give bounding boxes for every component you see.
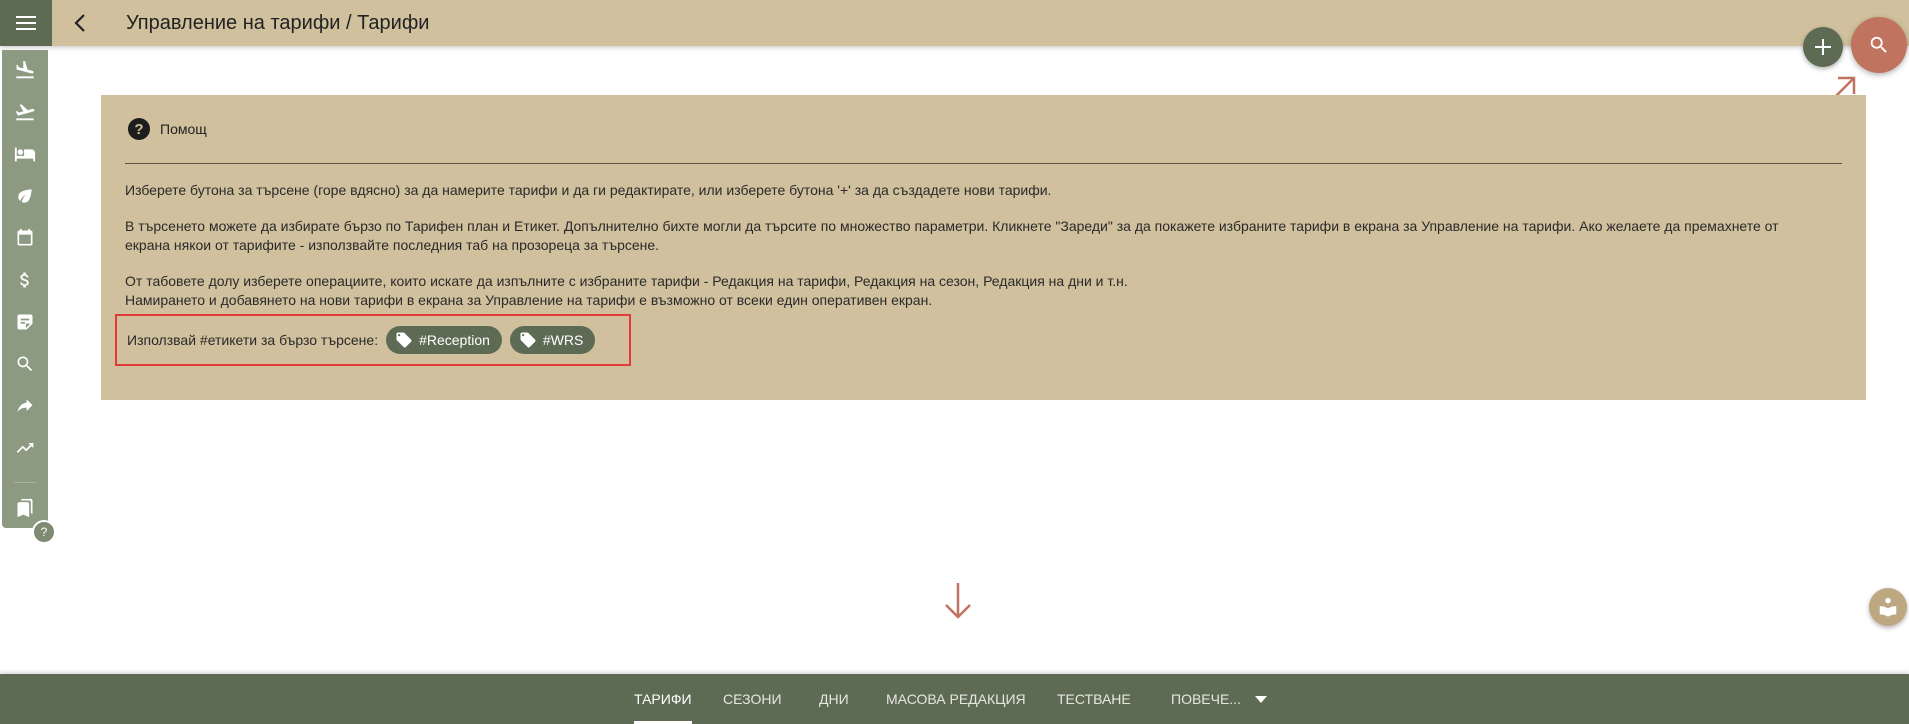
top-app-bar: Управление на тарифи / Тарифи	[0, 0, 1909, 46]
tab-days[interactable]: ДНИ	[819, 674, 849, 724]
chevron-down-icon[interactable]	[1255, 696, 1267, 703]
search-rates-button[interactable]	[1851, 17, 1907, 73]
sidebar-item-calendar[interactable]	[2, 220, 48, 256]
calendar-icon	[17, 228, 33, 246]
side-action-button[interactable]	[1869, 588, 1907, 626]
help-paragraph: От табовете долу изберете операциите, ко…	[125, 273, 1128, 289]
sidebar-help-badge[interactable]: ?	[32, 520, 56, 544]
search-icon	[17, 356, 33, 372]
sidebar	[2, 50, 48, 528]
arrow-down-icon	[945, 583, 971, 619]
help-paragraph: Намирането и добавянето на нови тарифи в…	[125, 292, 933, 308]
help-panel: ? Помощ Изберете бутона за търсене (горе…	[101, 95, 1866, 400]
help-title: Помощ	[160, 121, 207, 137]
sidebar-item-arrivals[interactable]	[2, 52, 48, 88]
sidebar-item-accommodation[interactable]	[2, 136, 48, 172]
sidebar-item-search[interactable]	[2, 346, 48, 382]
help-body: Изберете бутона за търсене (горе вдясно)…	[125, 181, 1842, 310]
tag-chip-reception[interactable]: #Reception	[386, 326, 502, 354]
tab-testing[interactable]: ТЕСТВАНЕ	[1057, 674, 1131, 724]
dollar-icon	[20, 272, 29, 288]
hotel-bed-icon	[14, 147, 36, 162]
sidebar-item-forward[interactable]	[2, 388, 48, 424]
help-header: ? Помощ	[125, 95, 1842, 164]
page-title: Управление на тарифи / Тарифи	[126, 11, 430, 34]
trending-up-icon	[16, 443, 34, 453]
bottom-tab-bar: ТАРИФИ СЕЗОНИ ДНИ МАСОВА РЕДАКЦИЯ ТЕСТВА…	[0, 674, 1909, 724]
menu-button[interactable]	[0, 0, 52, 46]
help-question-icon: ?	[128, 118, 150, 140]
sidebar-item-notes[interactable]	[2, 304, 48, 340]
eco-leaf-icon	[18, 189, 32, 203]
tag-chip-label: #WRS	[542, 332, 584, 348]
plus-icon	[1815, 39, 1831, 55]
tags-label: Използвай #етикети за бързо търсене:	[127, 332, 379, 348]
bookmarks-icon	[17, 498, 33, 518]
help-paragraph: Изберете бутона за търсене (горе вдясно)…	[125, 182, 1052, 198]
reader-icon	[1879, 597, 1897, 617]
tab-more[interactable]: ПОВЕЧЕ...	[1171, 674, 1241, 724]
forward-arrow-icon	[17, 399, 33, 412]
add-rate-button[interactable]	[1803, 27, 1843, 67]
search-icon	[1870, 36, 1887, 53]
sidebar-item-departures[interactable]	[2, 94, 48, 130]
back-button[interactable]	[54, 0, 106, 46]
notes-icon	[17, 314, 33, 330]
chevron-left-icon	[74, 14, 85, 32]
sidebar-item-trends[interactable]	[2, 430, 48, 466]
tag-icon	[396, 332, 412, 348]
hamburger-menu-icon	[16, 16, 36, 30]
sidebar-item-eco[interactable]	[2, 178, 48, 214]
tag-chip-label: #Reception	[419, 332, 490, 348]
tag-chip-wrs[interactable]: #WRS	[509, 326, 596, 354]
tag-icon	[520, 332, 536, 348]
tab-bulk-edit[interactable]: МАСОВА РЕДАКЦИЯ	[886, 674, 1026, 724]
flight-takeoff-icon	[15, 104, 35, 121]
help-paragraph: екрана някои от тарифите - използвайте п…	[125, 237, 660, 253]
tab-rates[interactable]: ТАРИФИ	[634, 674, 692, 724]
help-paragraph: В търсенето можете да избирате бързо по …	[125, 218, 1779, 234]
tab-seasons[interactable]: СЕЗОНИ	[723, 674, 782, 724]
quick-tags-row: Използвай #етикети за бързо търсене: #Re…	[115, 314, 631, 366]
flight-land-icon	[16, 60, 34, 79]
sidebar-item-rates[interactable]	[2, 262, 48, 298]
